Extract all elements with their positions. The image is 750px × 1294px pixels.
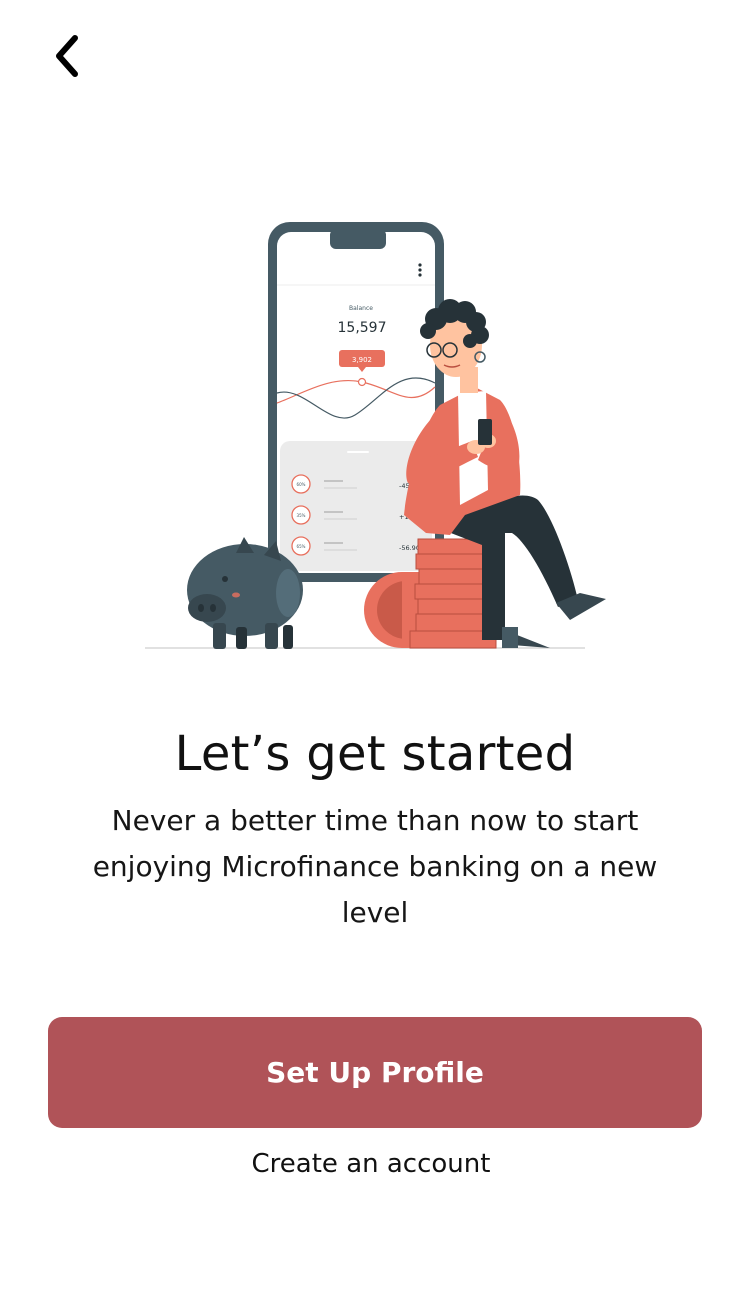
more-vertical-icon xyxy=(418,263,422,277)
set-up-profile-button[interactable]: Set Up Profile xyxy=(48,1017,702,1128)
page-subtitle: Never a better time than now to start en… xyxy=(92,804,658,929)
onboarding-illustration: Balance 15,597 3,902 60% -45.90 35% +100… xyxy=(145,222,606,649)
chevron-left-icon xyxy=(56,35,78,77)
row-percent: 35% xyxy=(297,513,306,518)
balance-label: Balance xyxy=(349,305,373,312)
create-account-link[interactable]: Create an account xyxy=(0,1144,742,1184)
highlight-value: 3,902 xyxy=(352,356,372,364)
phone-illustration: Balance 15,597 3,902 60% -45.90 35% +100… xyxy=(268,222,444,582)
row-percent: 65% xyxy=(297,544,306,549)
row-amount: -56.90 xyxy=(399,544,420,552)
row-percent: 60% xyxy=(297,482,306,487)
back-button[interactable] xyxy=(38,26,94,86)
balance-value: 15,597 xyxy=(338,320,387,336)
page-title: Let’s get started xyxy=(174,726,576,782)
